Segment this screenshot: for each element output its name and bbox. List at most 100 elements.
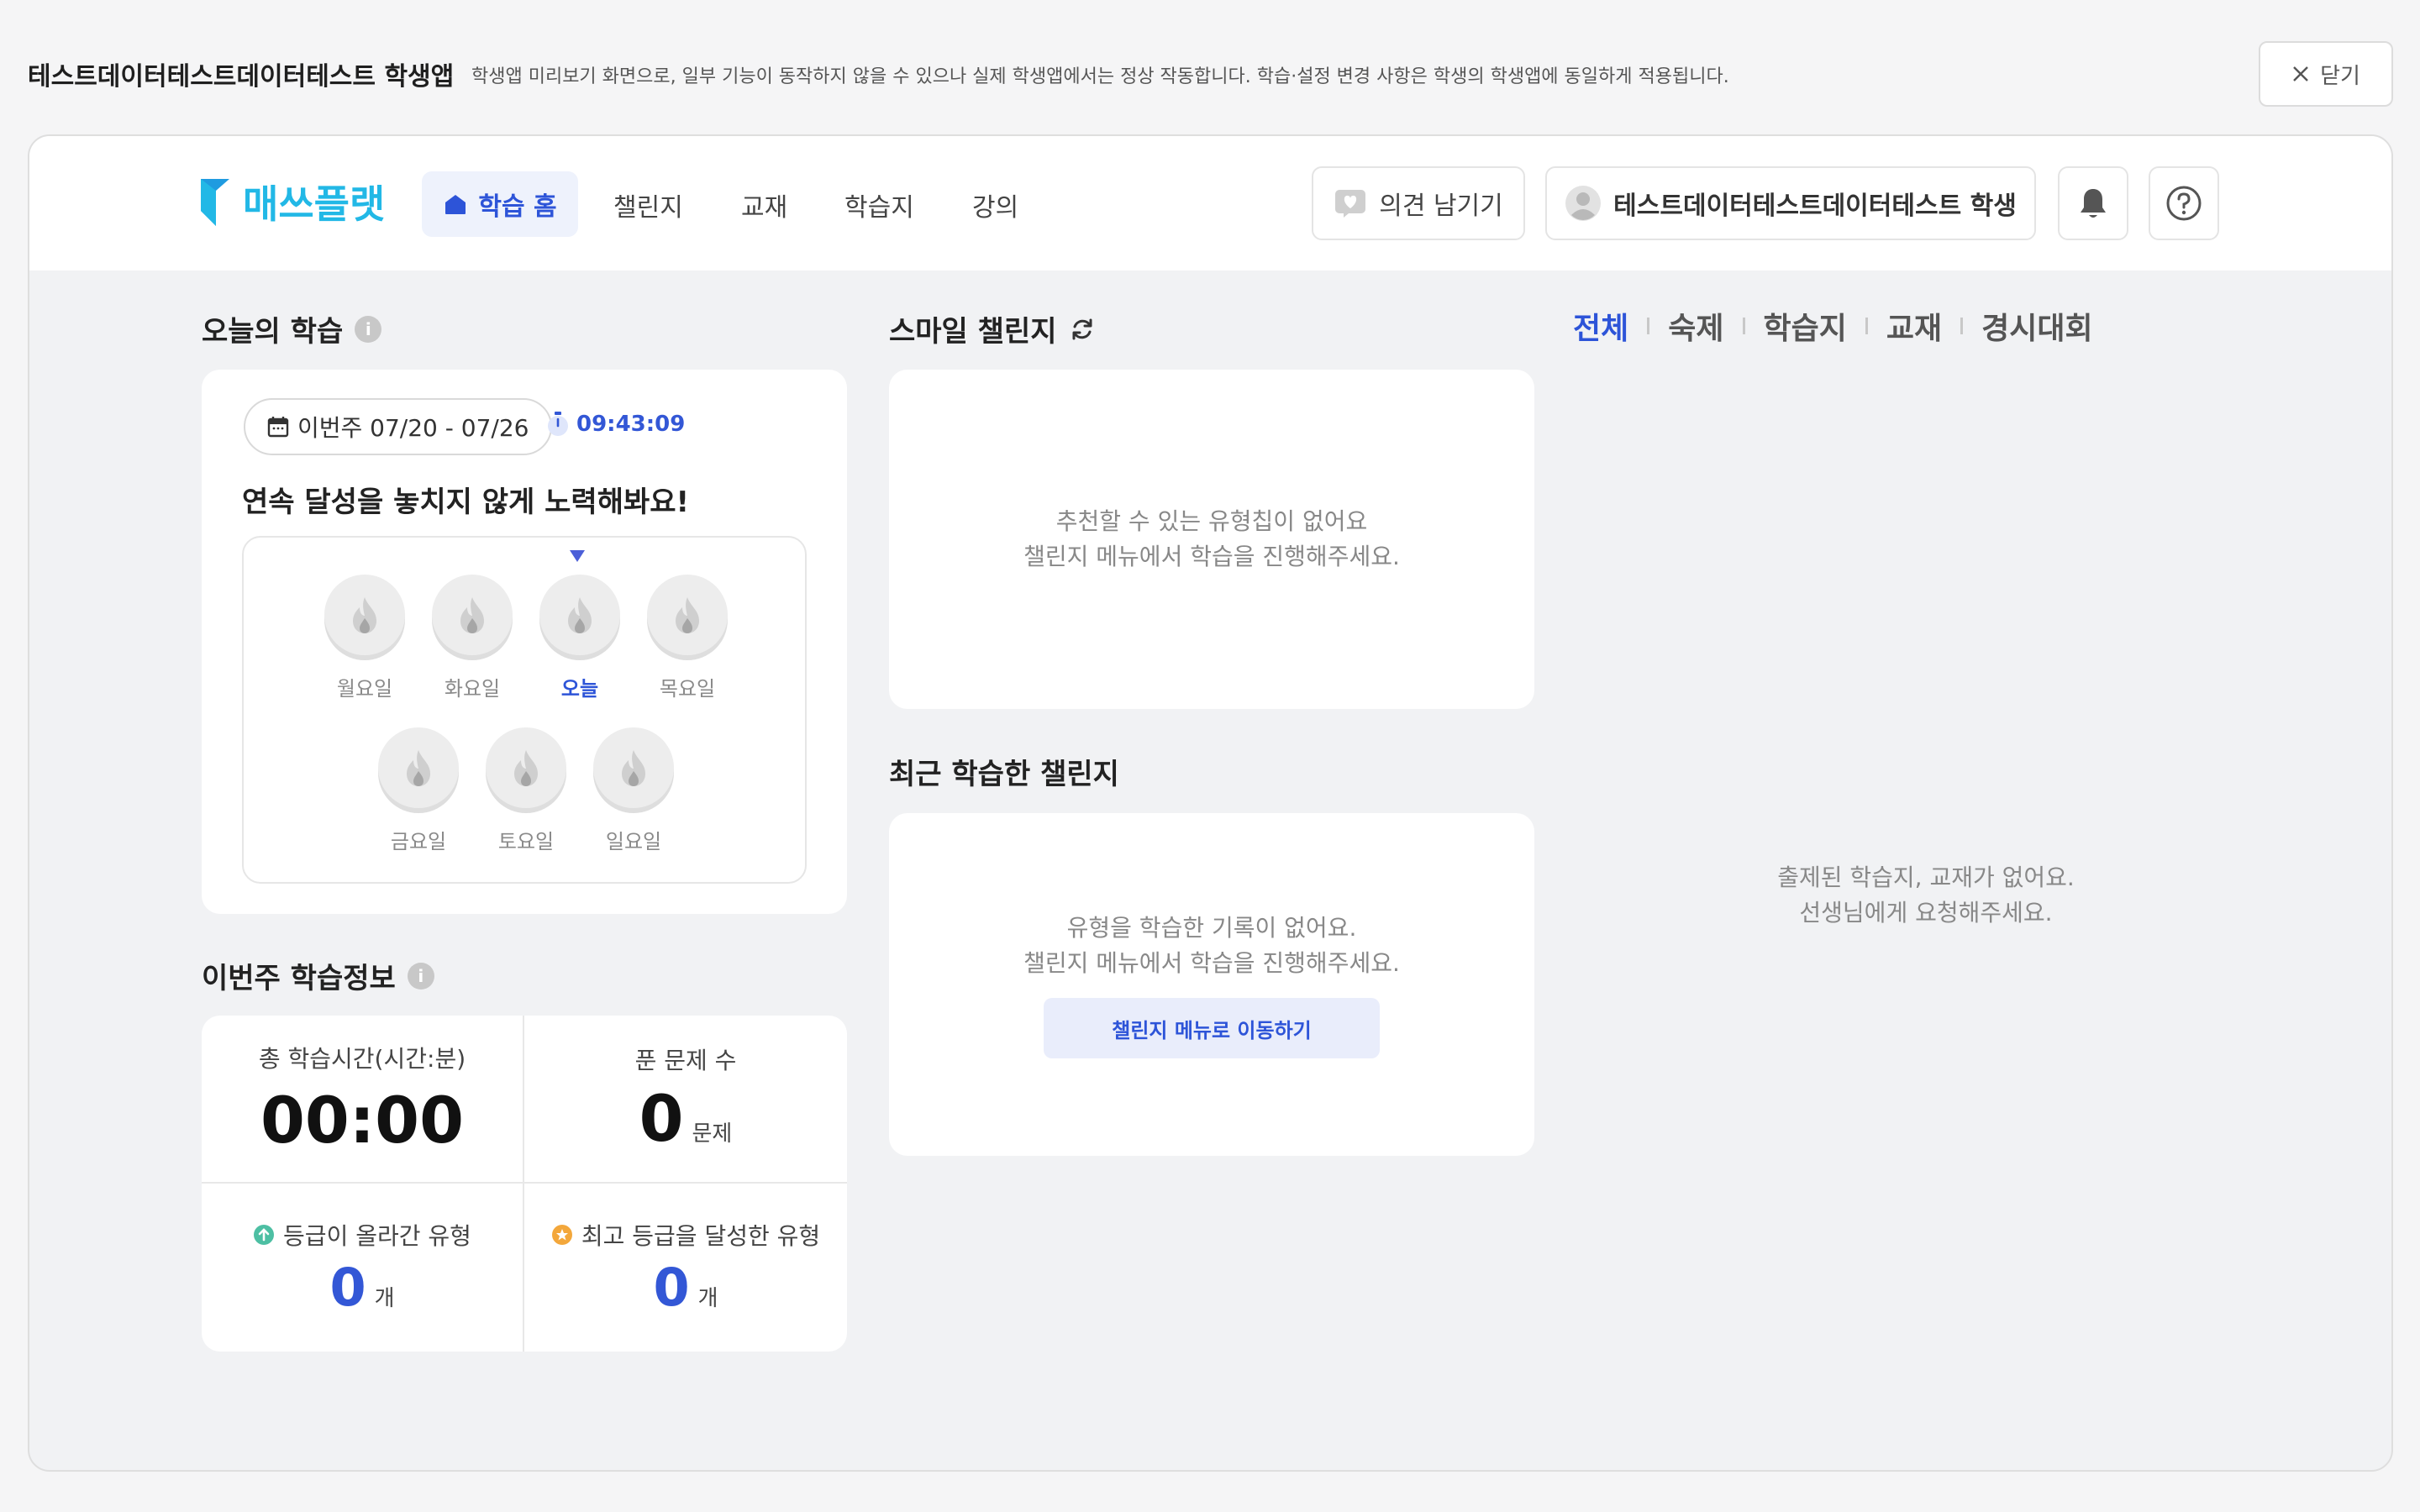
preview-description: 학생앱 미리보기 화면으로, 일부 기능이 동작하지 않을 수 있으나 실제 학…	[471, 66, 1729, 87]
day-label: 목요일	[659, 677, 716, 701]
day-label: 화요일	[444, 677, 501, 701]
avatar-icon	[1565, 186, 1602, 221]
flame-icon	[460, 597, 484, 633]
day-friday: 금요일	[376, 727, 460, 854]
help-icon	[2166, 186, 2202, 221]
filter-divider	[1742, 318, 1745, 334]
recent-empty-card: 유형을 학습한 기록이 없어요. 챌린지 메뉴에서 학습을 진행해주세요. 챌린…	[889, 813, 1534, 1156]
recent-empty-line1: 유형을 학습한 기록이 없어요.	[1066, 914, 1357, 942]
calendar-icon	[267, 417, 289, 438]
stat-label: 최고 등급을 달성한 유형	[581, 1221, 821, 1250]
flame-icon	[568, 597, 592, 633]
stat-total-time-value: 00:00	[260, 1082, 464, 1158]
info-icon[interactable]: i	[355, 315, 382, 343]
today-title: 오늘의 학습	[202, 315, 344, 349]
notification-button[interactable]	[2058, 166, 2128, 240]
day-label-today: 오늘	[560, 677, 599, 701]
filter-divider	[1960, 318, 1964, 334]
assignments-empty-state: 출제된 학습지, 교재가 없어요. 선생님에게 요청해주세요.	[1573, 860, 2279, 931]
day-label: 금요일	[390, 830, 447, 853]
nav-lecture[interactable]: 강의	[972, 186, 1018, 223]
arrow-up-circle-icon	[254, 1224, 275, 1245]
day-monday: 월요일	[323, 575, 407, 701]
day-label: 월요일	[336, 677, 393, 701]
filter-textbook[interactable]: 교재	[1886, 304, 1942, 348]
filter-contest[interactable]: 경시대회	[1981, 304, 2092, 348]
logo-text: 매쓰플랫	[243, 181, 386, 227]
smile-empty-card: 추천할 수 있는 유형칩이 없어요 챌린지 메뉴에서 학습을 진행해주세요.	[889, 370, 1534, 709]
assignments-empty-line1: 출제된 학습지, 교재가 없어요.	[1777, 864, 2075, 891]
flame-icon	[514, 750, 538, 786]
weekly-stats-card: 총 학습시간(시간:분) 00:00 푼 문제 수 0 문제 등급이 올라간 유…	[202, 1016, 847, 1352]
nav-home-label: 학습 홈	[478, 192, 557, 222]
feedback-heart-icon	[1335, 190, 1366, 218]
stat-unit: 문제	[692, 1121, 733, 1147]
timer-value: 09:43:09	[576, 412, 686, 437]
filter-divider	[1865, 318, 1868, 334]
assignment-filter-tabs: 전체 숙제 학습지 교재 경시대회	[1573, 304, 2093, 348]
weekly-streak-box: 월요일 화요일 오늘 목요일 금요일 토요일 일요일	[242, 536, 807, 884]
nav-home[interactable]: 학습 홈	[422, 171, 578, 237]
help-button[interactable]	[2149, 166, 2219, 240]
today-section-title: 오늘의 학습 i	[202, 308, 382, 349]
assignments-empty-line2: 선생님에게 요청해주세요.	[1799, 899, 2053, 927]
streak-message: 연속 달성을 놓치지 않게 노력해봐요!	[242, 486, 690, 519]
stat-total-time: 총 학습시간(시간:분) 00:00	[202, 1016, 524, 1184]
day-tuesday: 화요일	[430, 575, 514, 701]
preview-title: 테스트데이터테스트데이터테스트 학생앱	[28, 62, 455, 92]
smile-title: 스마일 챌린지	[889, 315, 1057, 349]
close-label: 닫기	[2320, 63, 2360, 89]
filter-worksheet[interactable]: 학습지	[1764, 304, 1847, 348]
filter-all[interactable]: 전체	[1573, 304, 1628, 348]
today-marker-icon	[570, 550, 585, 562]
day-today: 오늘	[538, 575, 622, 701]
stat-unit: 개	[374, 1285, 395, 1311]
stat-grade-up-value: 0	[329, 1256, 366, 1318]
day-label: 토요일	[497, 830, 555, 853]
week-range-text: 이번주 07/20 - 07/26	[297, 414, 529, 442]
stat-top-grade-value: 0	[653, 1256, 690, 1318]
stat-label-row: 최고 등급을 달성한 유형	[551, 1218, 820, 1252]
smile-empty-line2: 챌린지 메뉴에서 학습을 진행해주세요.	[1023, 543, 1400, 570]
stat-label: 푼 문제 수	[634, 1046, 737, 1074]
close-button[interactable]: 닫기	[2259, 41, 2393, 107]
refresh-icon[interactable]	[1069, 316, 1096, 343]
smile-section-title: 스마일 챌린지	[889, 308, 1096, 349]
logo[interactable]: 매쓰플랫	[199, 174, 385, 229]
home-icon	[445, 195, 466, 214]
feedback-button[interactable]: 의견 남기기	[1312, 166, 1525, 240]
stat-unit: 개	[697, 1285, 718, 1311]
day-label: 일요일	[605, 830, 662, 853]
stat-label: 등급이 올라간 유형	[283, 1221, 471, 1250]
logo-mark-icon	[201, 179, 229, 226]
flame-icon	[676, 597, 699, 633]
stat-top-grade: 최고 등급을 달성한 유형 0 개	[524, 1184, 847, 1352]
info-icon[interactable]: i	[407, 962, 434, 990]
recent-empty-line2: 챌린지 메뉴에서 학습을 진행해주세요.	[1023, 949, 1400, 977]
app-header: 매쓰플랫 학습 홈 챌린지 교재 학습지 강의 의견 남기기 테스트데이터테스트…	[29, 136, 2391, 270]
weekly-section-title: 이번주 학습정보 i	[202, 955, 434, 996]
recent-section-title: 최근 학습한 챌린지	[889, 751, 1119, 792]
stat-grade-up: 등급이 올라간 유형 0 개	[202, 1184, 524, 1352]
go-to-challenge-button[interactable]: 챌린지 메뉴로 이동하기	[1044, 998, 1380, 1058]
flame-icon	[407, 750, 430, 786]
feedback-label: 의견 남기기	[1379, 192, 1503, 221]
stopwatch-icon	[548, 412, 568, 436]
today-card: 이번주 07/20 - 07/26 09:43:09 연속 달성을 놓치지 않게…	[202, 370, 847, 914]
star-circle-icon	[551, 1224, 572, 1245]
stat-label-row: 등급이 올라간 유형	[253, 1218, 471, 1252]
study-timer: 09:43:09	[546, 412, 685, 437]
day-thursday: 목요일	[645, 575, 729, 701]
flame-icon	[353, 597, 376, 633]
user-profile-button[interactable]: 테스트데이터테스트데이터테스트 학생	[1545, 166, 2036, 240]
filter-divider	[1647, 318, 1650, 334]
stat-solved-value: 0	[639, 1080, 684, 1156]
filter-homework[interactable]: 숙제	[1668, 304, 1723, 348]
app-preview-frame: 매쓰플랫 학습 홈 챌린지 교재 학습지 강의 의견 남기기 테스트데이터테스트…	[28, 134, 2393, 1472]
week-range-pill[interactable]: 이번주 07/20 - 07/26	[244, 398, 553, 455]
stat-solved: 푼 문제 수 0 문제	[524, 1016, 847, 1184]
close-icon	[2293, 66, 2308, 81]
nav-challenge[interactable]: 챌린지	[613, 186, 683, 223]
nav-worksheet[interactable]: 학습지	[844, 186, 914, 223]
nav-textbook[interactable]: 교재	[741, 186, 787, 223]
